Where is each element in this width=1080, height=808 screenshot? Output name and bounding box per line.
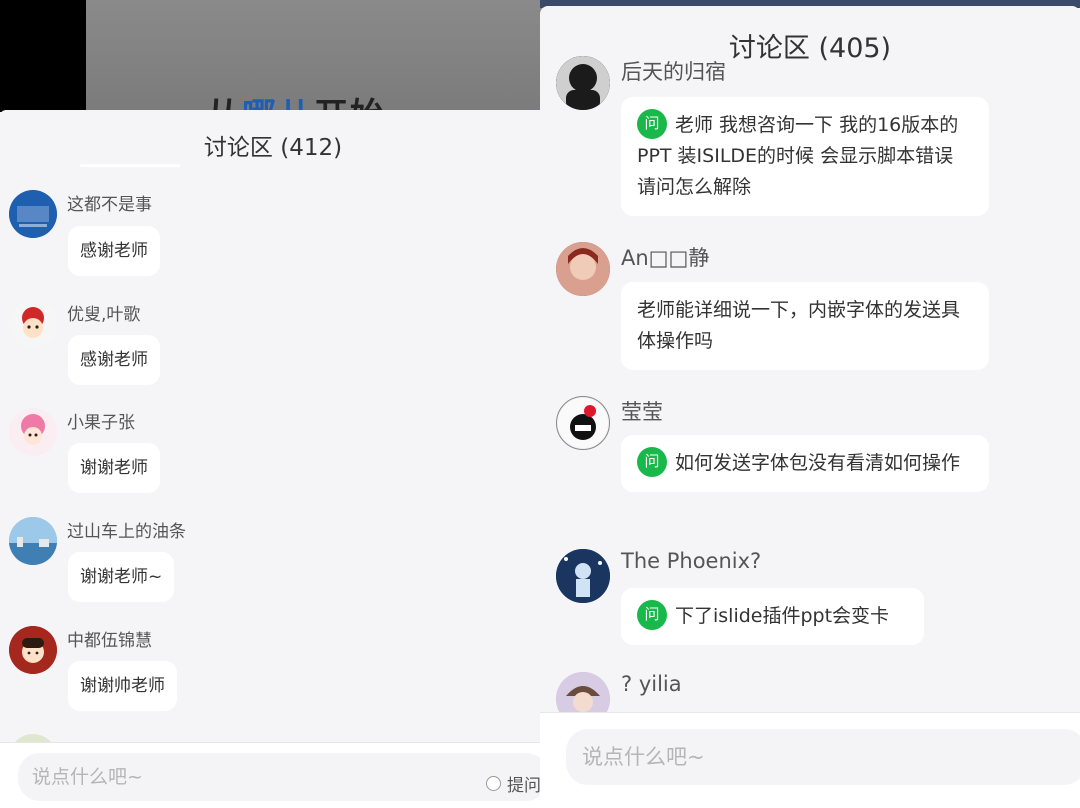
message-bubble: 谢谢老师 <box>68 443 160 493</box>
ask-question-toggle[interactable]: 提问 <box>486 771 541 796</box>
avatar[interactable] <box>556 242 610 296</box>
question-badge-icon: 问 <box>637 108 667 139</box>
discussion-panel-right: 讨论区 (405) 后天的归宿 问老师 我想咨询一下 我的16版本的PPT 装I… <box>540 6 1080 808</box>
avatar[interactable] <box>9 408 57 456</box>
message-bubble: 感谢老师 <box>68 335 160 385</box>
message-text: 老师能详细说一下，内嵌字体的发送具体操作吗 <box>637 299 961 352</box>
avatar-image-icon <box>9 190 57 238</box>
avatar[interactable] <box>556 549 610 603</box>
message-text: 如何发送字体包没有看清如何操作 <box>675 452 961 474</box>
avatar[interactable] <box>9 517 57 565</box>
question-badge-icon: 问 <box>637 599 667 630</box>
message-bubble: 老师能详细说一下，内嵌字体的发送具体操作吗 <box>621 282 989 370</box>
comment-input[interactable]: 说点什么吧~ <box>566 729 1080 785</box>
radio-icon <box>486 776 501 791</box>
message-bubble: 问老师 我想咨询一下 我的16版本的PPT 装ISILDE的时候 会显示脚本错误… <box>621 97 989 216</box>
ask-label: 提问 <box>507 776 541 796</box>
avatar-scenery-icon <box>9 517 57 565</box>
message-username: 后天的归宿 <box>621 60 726 84</box>
video-frame: 从哪儿开始 <box>86 0 546 112</box>
avatar-cartoon-icon <box>9 300 57 348</box>
message-username: The Phoenix? <box>621 549 762 573</box>
message-bubble: 问如何发送字体包没有看清如何操作 <box>621 435 989 492</box>
avatar-silhouette-icon <box>556 56 610 110</box>
panel-title: 讨论区 (412) <box>203 135 343 161</box>
avatar[interactable] <box>9 300 57 348</box>
avatar-cartoon-icon <box>9 626 57 674</box>
message-bubble: 谢谢帅老师 <box>68 661 177 711</box>
message-username: 莹莹 <box>621 400 663 424</box>
message-username: 中都伍锦慧 <box>67 631 152 651</box>
comment-input[interactable]: 说点什么吧~ <box>18 753 546 801</box>
question-badge-icon: 问 <box>637 446 667 477</box>
message-username: ? yilia <box>621 672 682 696</box>
title-underline <box>80 164 180 167</box>
message-username: An□□静 <box>621 246 710 270</box>
avatar-scenery-icon <box>556 549 610 603</box>
message-bubble: 问下了islide插件ppt会变卡 <box>621 588 924 645</box>
message-bubble: 感谢老师 <box>68 226 160 276</box>
avatar-cartoon-icon <box>9 408 57 456</box>
message-username: 这都不是事 <box>67 195 152 215</box>
avatar[interactable] <box>556 396 610 450</box>
message-text: 老师 我想咨询一下 我的16版本的PPT 装ISILDE的时候 会显示脚本错误 … <box>637 114 959 198</box>
avatar-cat-icon <box>558 398 608 448</box>
message-username: 优叟,叶歌 <box>67 305 141 325</box>
input-bar: 说点什么吧~ <box>540 712 1080 808</box>
avatar[interactable] <box>9 190 57 238</box>
input-bar: 说点什么吧~ 提问 <box>0 742 546 808</box>
message-username: 小果子张 <box>67 413 135 433</box>
message-username: 过山车上的油条 <box>67 522 186 542</box>
video-title: 从哪儿开始 <box>206 88 386 112</box>
video-black-margin <box>0 0 86 112</box>
message-text: 下了islide插件ppt会变卡 <box>675 605 890 627</box>
message-bubble: 谢谢老师~ <box>68 552 175 602</box>
avatar-photo-icon <box>556 242 610 296</box>
discussion-panel-left: 讨论区 (412) 这都不是事 感谢老师 优叟,叶歌 感谢老师 小果子张 谢谢老… <box>0 110 546 808</box>
avatar[interactable] <box>9 626 57 674</box>
avatar[interactable] <box>556 56 610 110</box>
